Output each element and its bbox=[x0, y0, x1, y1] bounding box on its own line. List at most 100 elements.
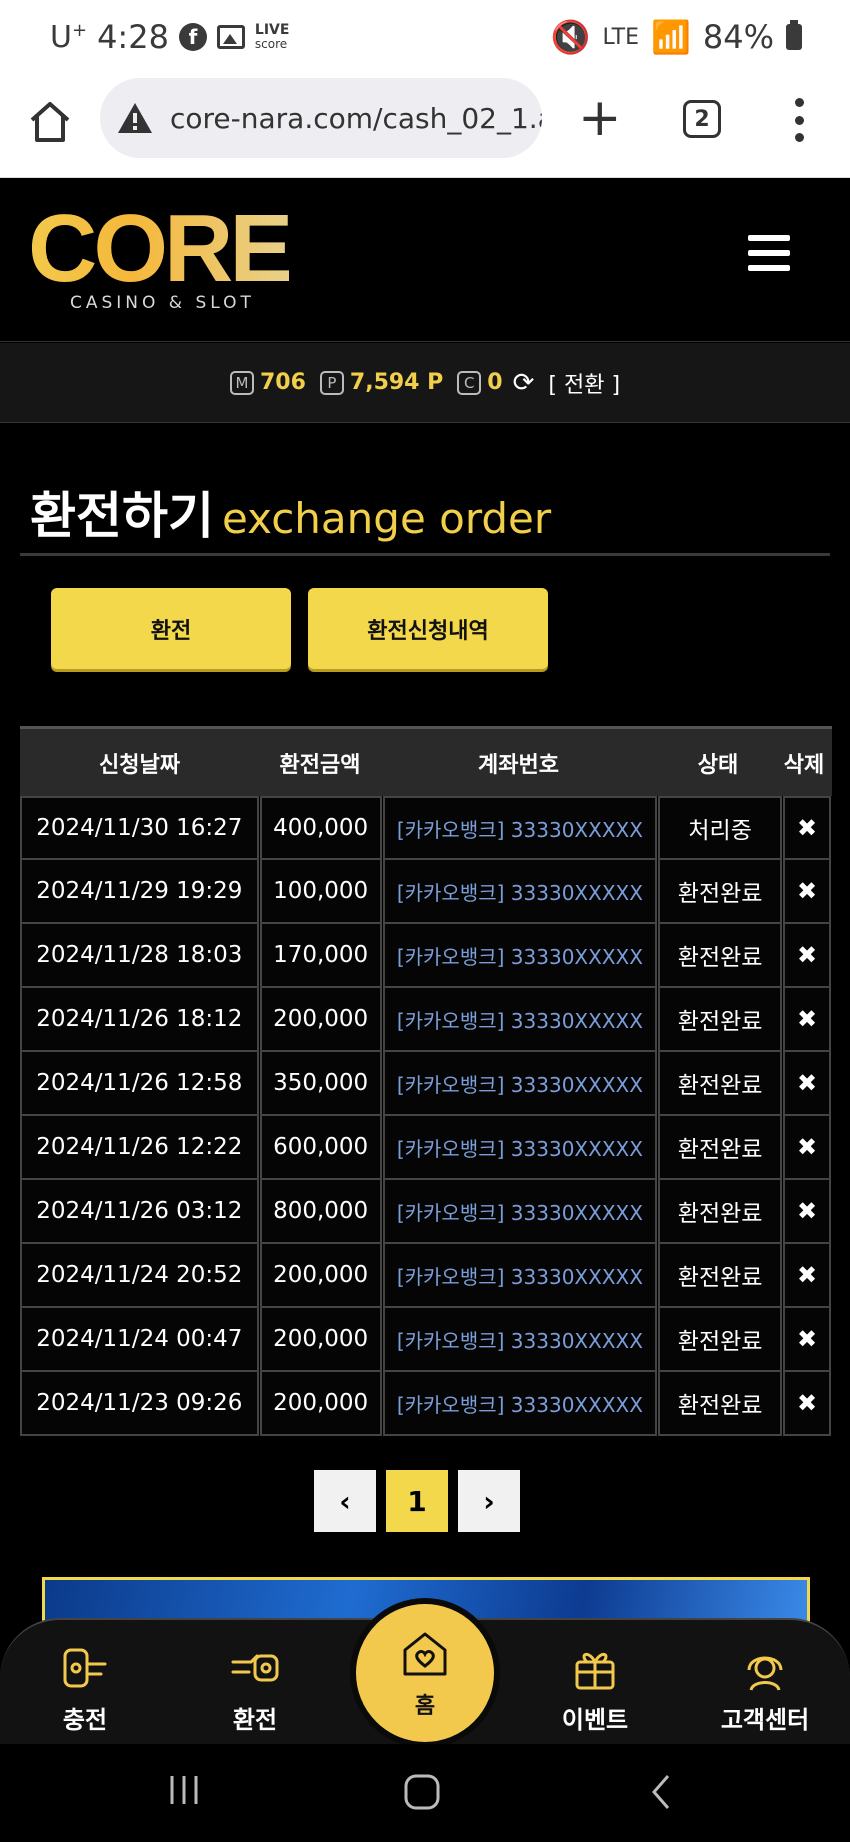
cell-date: 2024/11/26 12:58 bbox=[20, 1050, 259, 1116]
delete-cell[interactable]: ✖ bbox=[783, 1306, 831, 1372]
url-text: core-nara.com/cash_02_1.asp bbox=[170, 101, 542, 135]
cell-account: [카카오뱅크] 33330XXXXX bbox=[382, 986, 658, 1052]
delete-cell[interactable]: ✖ bbox=[783, 796, 831, 860]
cell-status: 환전완료 bbox=[658, 1114, 783, 1180]
home-icon[interactable] bbox=[26, 98, 74, 146]
headset-icon bbox=[747, 1656, 783, 1691]
table-row: 2024/11/23 09:26 200,000 [카카오뱅크] 33330XX… bbox=[20, 1370, 832, 1436]
delete-icon[interactable]: ✖ bbox=[797, 1133, 817, 1161]
refresh-icon[interactable]: ⟳ bbox=[513, 368, 535, 398]
delete-icon[interactable]: ✖ bbox=[797, 1069, 817, 1097]
cell-amount: 100,000 bbox=[259, 858, 382, 924]
cell-status: 환전완료 bbox=[658, 986, 783, 1052]
cell-account: [카카오뱅크] 33330XXXXX bbox=[382, 922, 658, 988]
point-icon: P bbox=[319, 370, 344, 395]
tab-switcher-button[interactable]: 2 bbox=[683, 100, 721, 138]
convert-link[interactable]: [ 전환 ] bbox=[548, 367, 620, 399]
nav-charge-label: 충전 bbox=[62, 1706, 108, 1734]
delete-icon[interactable]: ✖ bbox=[797, 1325, 817, 1353]
cell-date: 2024/11/24 00:47 bbox=[20, 1306, 259, 1372]
nav-support-label: 고객센터 bbox=[720, 1706, 810, 1734]
delete-cell[interactable]: ✖ bbox=[783, 1114, 831, 1180]
delete-icon[interactable]: ✖ bbox=[797, 1197, 817, 1225]
site-logo[interactable]: CORE CASINO & SLOT bbox=[28, 195, 293, 314]
cell-account: [카카오뱅크] 33330XXXXX bbox=[382, 1178, 658, 1244]
home-button-icon[interactable] bbox=[402, 1772, 442, 1812]
cell-account: [카카오뱅크] 33330XXXXX bbox=[382, 1050, 658, 1116]
cell-status: 처리중 bbox=[658, 796, 783, 860]
cell-status: 환전완료 bbox=[658, 922, 783, 988]
cell-date: 2024/11/29 19:29 bbox=[20, 858, 259, 924]
address-bar[interactable]: core-nara.com/cash_02_1.asp bbox=[100, 78, 542, 158]
page-number-current[interactable]: 1 bbox=[386, 1470, 448, 1532]
page-title-en: exchange order bbox=[222, 494, 552, 543]
hamburger-menu-icon[interactable] bbox=[748, 235, 790, 271]
gallery-icon bbox=[216, 25, 245, 49]
prev-page-button[interactable]: ‹ bbox=[314, 1470, 376, 1532]
cell-amount: 200,000 bbox=[259, 986, 382, 1052]
nav-charge[interactable]: 충전 bbox=[25, 1640, 145, 1735]
table-row: 2024/11/26 03:12 800,000 [카카오뱅크] 33330XX… bbox=[20, 1178, 832, 1244]
delete-cell[interactable]: ✖ bbox=[783, 1178, 831, 1244]
delete-icon[interactable]: ✖ bbox=[797, 877, 817, 905]
delete-cell[interactable]: ✖ bbox=[783, 1242, 831, 1308]
cell-date: 2024/11/24 20:52 bbox=[20, 1242, 259, 1308]
table-row: 2024/11/24 20:52 200,000 [카카오뱅크] 33330XX… bbox=[20, 1242, 832, 1308]
cell-status: 환전완료 bbox=[658, 1178, 783, 1244]
delete-icon[interactable]: ✖ bbox=[797, 941, 817, 969]
nav-exchange[interactable]: 환전 bbox=[195, 1640, 315, 1735]
exchange-button[interactable]: 환전 bbox=[51, 588, 291, 669]
delete-cell[interactable]: ✖ bbox=[783, 922, 831, 988]
new-tab-button[interactable]: + bbox=[578, 92, 622, 144]
cell-status: 환전완료 bbox=[658, 1050, 783, 1116]
livescore-icon: LIVE score bbox=[254, 22, 290, 51]
delete-icon[interactable]: ✖ bbox=[797, 1389, 817, 1417]
delete-cell[interactable]: ✖ bbox=[783, 858, 831, 924]
battery-percent: 84% bbox=[702, 18, 774, 56]
browser-menu-button[interactable] bbox=[795, 98, 805, 142]
cell-amount: 170,000 bbox=[259, 922, 382, 988]
nav-home[interactable]: 홈 bbox=[350, 1598, 500, 1748]
money-icon: M bbox=[229, 370, 254, 395]
header-account: 계좌번호 bbox=[478, 752, 559, 778]
cell-date: 2024/11/26 12:22 bbox=[20, 1114, 259, 1180]
cell-amount: 200,000 bbox=[259, 1370, 382, 1436]
logo-wordmark: CORE bbox=[28, 195, 293, 302]
back-icon[interactable] bbox=[646, 1772, 676, 1812]
delete-cell[interactable]: ✖ bbox=[783, 986, 831, 1052]
carrier: U+ bbox=[50, 19, 88, 55]
cell-status: 환전완료 bbox=[658, 1306, 783, 1372]
delete-icon[interactable]: ✖ bbox=[797, 1005, 817, 1033]
money-balance: M 706 bbox=[229, 370, 306, 395]
warning-icon[interactable] bbox=[116, 101, 154, 135]
battery-icon bbox=[786, 20, 802, 50]
delete-icon[interactable]: ✖ bbox=[797, 814, 817, 842]
cell-status: 환전완료 bbox=[658, 1370, 783, 1436]
nav-exchange-label: 환전 bbox=[232, 1706, 278, 1734]
cell-account: [카카오뱅크] 33330XXXXX bbox=[382, 1114, 658, 1180]
gift-icon bbox=[575, 1653, 615, 1690]
delete-icon[interactable]: ✖ bbox=[797, 1261, 817, 1289]
header-status: 상태 bbox=[697, 752, 739, 778]
cell-date: 2024/11/30 16:27 bbox=[20, 796, 259, 860]
nav-event[interactable]: 이벤트 bbox=[535, 1640, 655, 1735]
cell-amount: 350,000 bbox=[259, 1050, 382, 1116]
title-divider bbox=[20, 553, 830, 556]
mute-icon: 🔇 bbox=[550, 18, 591, 56]
delete-cell[interactable]: ✖ bbox=[783, 1370, 831, 1436]
nav-home-label: 홈 bbox=[414, 1694, 436, 1719]
delete-cell[interactable]: ✖ bbox=[783, 1050, 831, 1116]
balance-bar: M 706 P 7,594 P C 0 ⟳ [ 전환 ] bbox=[0, 343, 850, 423]
exchange-history-table: 신청날짜 환전금액 계좌번호 상태 삭제 2024/11/30 16:27 40… bbox=[20, 726, 832, 1436]
table-row: 2024/11/28 18:03 170,000 [카카오뱅크] 33330XX… bbox=[20, 922, 832, 988]
cell-account: [카카오뱅크] 33330XXXXX bbox=[382, 1306, 658, 1372]
cell-date: 2024/11/26 18:12 bbox=[20, 986, 259, 1052]
header-delete: 삭제 bbox=[783, 752, 825, 778]
next-page-button[interactable]: › bbox=[458, 1470, 520, 1532]
recent-apps-icon[interactable] bbox=[166, 1772, 202, 1808]
exchange-history-button[interactable]: 환전신청내역 bbox=[308, 588, 548, 669]
network-type: LTE bbox=[602, 24, 640, 50]
nav-support[interactable]: 고객센터 bbox=[705, 1640, 825, 1735]
cell-amount: 800,000 bbox=[259, 1178, 382, 1244]
cell-account: [카카오뱅크] 33330XXXXX bbox=[382, 1242, 658, 1308]
